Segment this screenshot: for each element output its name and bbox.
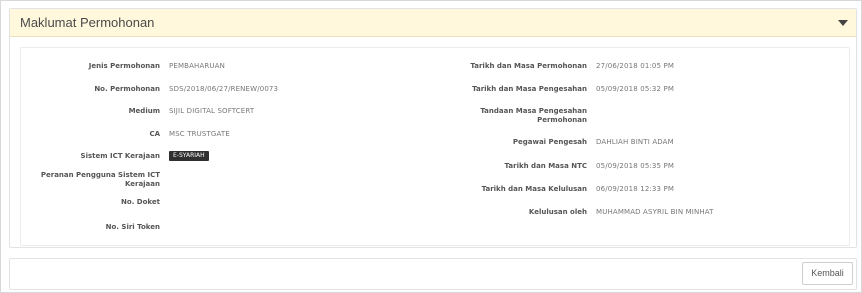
field-tarikh-pengesahan: Tarikh dan Masa Pengesahan 05/09/2018 05…: [21, 85, 674, 94]
details-box: Jenis Permohonan PEMBAHARUAN No. Permoho…: [20, 47, 850, 246]
field-label-line: Peranan Pengguna Sistem ICT: [40, 171, 160, 179]
field-label: Tarikh dan Masa Permohonan: [470, 62, 587, 70]
field-label: Tandaan Masa Pengesahan Permohonan: [21, 107, 596, 125]
field-value: 05/09/2018 05:35 PM: [596, 162, 675, 170]
field-value: 06/09/2018 12:33 PM: [596, 185, 675, 193]
field-label: No. Doket: [121, 198, 160, 206]
field-pegawai-pengesah: Pegawai Pengesah DAHLIAH BINTI ADAM: [21, 138, 674, 147]
field-value: 05/09/2018 05:32 PM: [596, 85, 675, 93]
field-label: Kelulusan oleh: [528, 208, 587, 216]
field-tarikh-kelulusan: Tarikh dan Masa Kelulusan 06/09/2018 12:…: [21, 185, 674, 194]
field-tarikh-ntc: Tarikh dan Masa NTC 05/09/2018 05:35 PM: [21, 162, 674, 171]
field-tarikh-permohonan: Tarikh dan Masa Permohonan 27/06/2018 01…: [21, 62, 674, 71]
field-label: Pegawai Pengesah: [512, 138, 587, 146]
field-label: Sistem ICT Kerajaan: [80, 152, 160, 160]
field-label: Tarikh dan Masa NTC: [504, 162, 587, 170]
field-label-line: Tandaan Masa Pengesahan: [480, 107, 587, 115]
field-label-line: Permohonan: [537, 116, 587, 124]
application-info-panel: Maklumat Permohonan Jenis Permohonan PEM…: [9, 8, 857, 248]
page-frame: Maklumat Permohonan Jenis Permohonan PEM…: [0, 0, 862, 293]
field-value: DAHLIAH BINTI ADAM: [596, 138, 674, 146]
field-no-siri-token: No. Siri Token: [21, 223, 169, 232]
action-footer: Kembali: [9, 258, 857, 290]
field-no-doket: No. Doket: [21, 198, 169, 207]
field-value: 27/06/2018 01:05 PM: [596, 62, 675, 70]
panel-header[interactable]: Maklumat Permohonan: [10, 9, 856, 37]
field-label: No. Siri Token: [105, 223, 160, 231]
system-badge: E-SYARIAH: [169, 151, 209, 161]
field-label: Tarikh dan Masa Pengesahan: [472, 85, 587, 93]
field-value: MUHAMMAD ASYRIL BIN MINHAT: [596, 208, 714, 216]
panel-title: Maklumat Permohonan: [20, 15, 155, 30]
field-kelulusan-oleh: Kelulusan oleh MUHAMMAD ASYRIL BIN MINHA…: [21, 208, 714, 217]
field-tandaan-masa: Tandaan Masa Pengesahan Permohonan: [21, 107, 596, 125]
field-sistem-ict: Sistem ICT Kerajaan E-SYARIAH: [21, 151, 209, 161]
field-label: Tarikh dan Masa Kelulusan: [481, 185, 587, 193]
back-button[interactable]: Kembali: [802, 262, 853, 285]
collapse-caret-icon[interactable]: [838, 20, 848, 26]
